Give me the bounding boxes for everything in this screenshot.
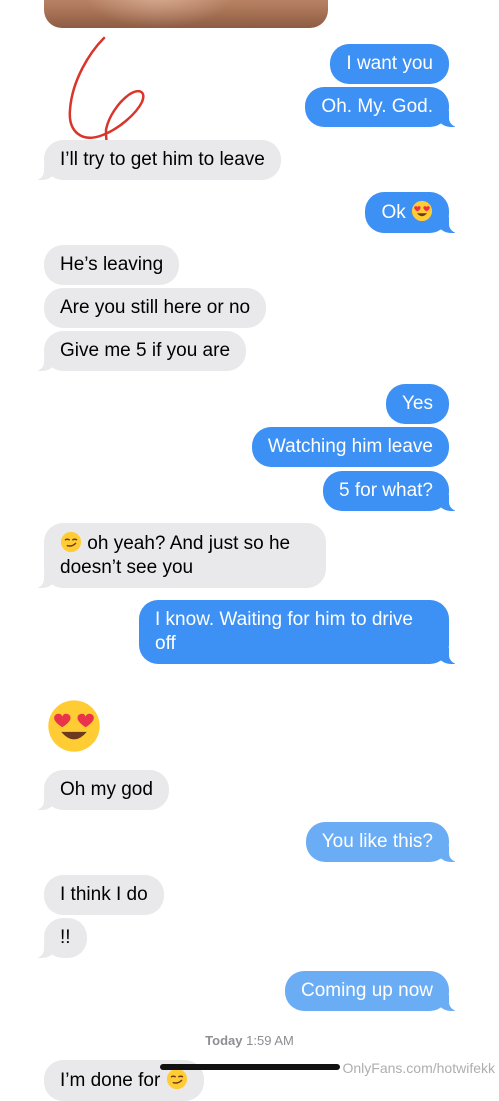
message-text: Are you still here or no [60,297,251,318]
message-incoming[interactable]: He’s leaving [44,245,180,285]
message-text: 5 for what? [339,480,433,501]
message-outgoing[interactable]: I know. Waiting for him to drive off [139,600,459,664]
message-timestamp: Today 1:59 AM [0,1033,499,1048]
message-text: I think I do [60,884,148,905]
timestamp-day: Today [205,1033,243,1048]
message-incoming[interactable]: oh yeah? And just so he doesn’t see you [34,523,326,588]
message-text: You like this? [321,831,433,852]
message-incoming[interactable]: !! [34,918,87,958]
message-text: Oh my god [60,779,153,800]
message-incoming[interactable]: Are you still here or no [44,288,267,328]
smirk-emoji-icon [60,531,82,553]
message-incoming[interactable]: I’ll try to get him to leave [34,140,281,180]
timestamp-time: 1:59 AM [246,1033,294,1048]
message-outgoing[interactable]: Coming up now [284,971,460,1011]
message-text: oh yeah? And just so he doesn’t see you [60,533,291,578]
message-text: Oh. My. God. [321,96,433,117]
message-text: Yes [402,393,433,414]
message-text: I know. Waiting for him to drive off [155,609,414,654]
home-indicator[interactable] [160,1064,340,1070]
message-outgoing[interactable]: You like this? [305,822,460,862]
message-text: I want you [346,53,433,74]
message-text: He’s leaving [60,254,164,275]
message-text: I’m done for [60,1070,161,1091]
message-incoming[interactable]: Give me 5 if you are [33,331,247,371]
message-outgoing[interactable]: 5 for what? [323,471,459,511]
message-text: !! [60,927,71,948]
message-outgoing[interactable]: Oh. My. God. [305,87,459,127]
watermark: OnlyFans.com/hotwifekk [342,1060,496,1076]
message-outgoing[interactable]: Watching him leave [251,427,449,467]
message-text: Ok [381,202,406,223]
message-outgoing[interactable]: Yes [386,384,449,424]
message-incoming[interactable]: Oh my god [34,770,169,810]
message-text: I’ll try to get him to leave [60,149,265,170]
message-text: Coming up now [300,980,433,1001]
message-text: Watching him leave [267,436,433,457]
heart-eyes-emoji-icon [411,200,433,222]
message-text: Give me 5 if you are [60,340,231,361]
message-outgoing[interactable]: Ok [365,192,459,233]
shared-photo[interactable] [44,0,328,28]
heart-eyes-emoji-icon[interactable] [46,698,102,754]
smirk-emoji-icon [166,1068,187,1090]
message-outgoing[interactable]: I want you [330,44,449,84]
message-incoming[interactable]: I think I do [44,875,164,915]
